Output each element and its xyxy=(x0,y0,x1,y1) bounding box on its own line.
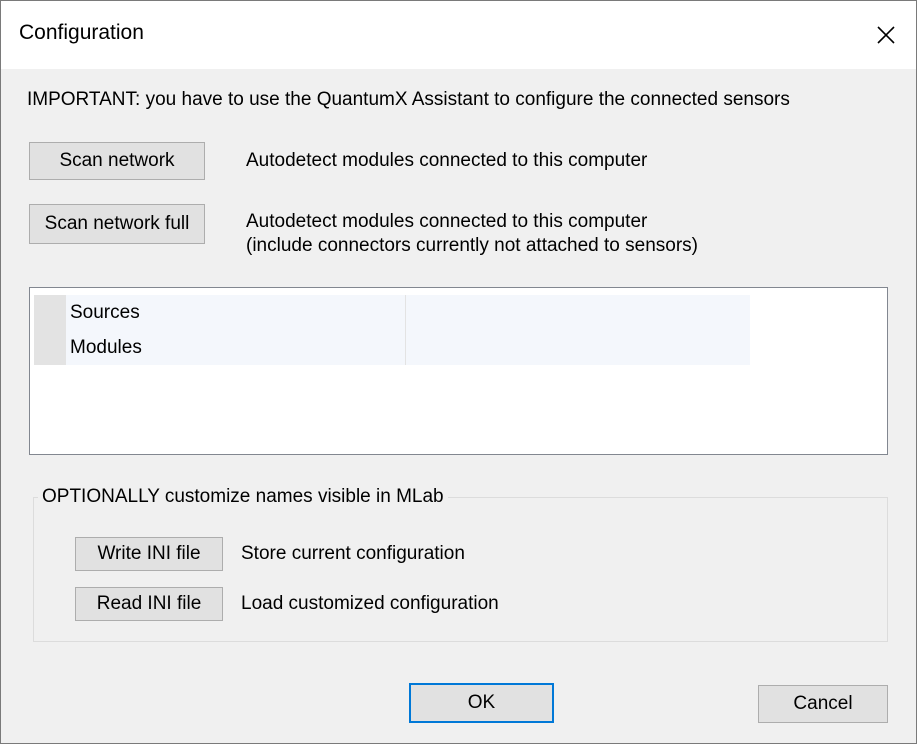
scan-network-full-button[interactable]: Scan network full xyxy=(29,204,205,244)
dialog-client-area: IMPORTANT: you have to use the QuantumX … xyxy=(1,69,916,743)
write-ini-description: Store current configuration xyxy=(241,543,465,564)
tree-row-sources[interactable]: Sources xyxy=(34,295,750,330)
read-ini-file-button[interactable]: Read INI file xyxy=(75,587,223,621)
configuration-dialog: Configuration IMPORTANT: you have to use… xyxy=(0,0,917,744)
close-icon xyxy=(877,26,895,44)
title-bar[interactable]: Configuration xyxy=(1,1,916,69)
tree-row-value xyxy=(406,295,750,330)
read-ini-description: Load customized configuration xyxy=(241,593,499,614)
write-ini-file-button[interactable]: Write INI file xyxy=(75,537,223,571)
ok-button[interactable]: OK xyxy=(409,683,554,723)
tree-row-modules[interactable]: Modules xyxy=(34,330,750,365)
group-legend: OPTIONALLY customize names visible in ML… xyxy=(38,484,448,510)
scan-network-description: Autodetect modules connected to this com… xyxy=(246,150,648,171)
tree-row-name: Sources xyxy=(66,295,406,330)
scan-full-description-line2: (include connectors currently not attach… xyxy=(246,235,699,256)
cancel-button[interactable]: Cancel xyxy=(758,685,888,723)
row-gutter xyxy=(34,295,66,330)
scan-full-description-line1: Autodetect modules connected to this com… xyxy=(246,211,648,232)
scan-network-full-description: Autodetect modules connected to this com… xyxy=(246,210,698,258)
sources-modules-tree[interactable]: Sources Modules xyxy=(29,287,888,455)
tree-row-value xyxy=(406,330,750,365)
optional-customize-group: OPTIONALLY customize names visible in ML… xyxy=(33,484,888,642)
row-gutter xyxy=(34,330,66,365)
dialog-title: Configuration xyxy=(19,21,144,44)
scan-network-button[interactable]: Scan network xyxy=(29,142,205,180)
tree-row-name: Modules xyxy=(66,330,406,365)
close-button[interactable] xyxy=(856,1,916,69)
important-notice: IMPORTANT: you have to use the QuantumX … xyxy=(27,89,790,110)
